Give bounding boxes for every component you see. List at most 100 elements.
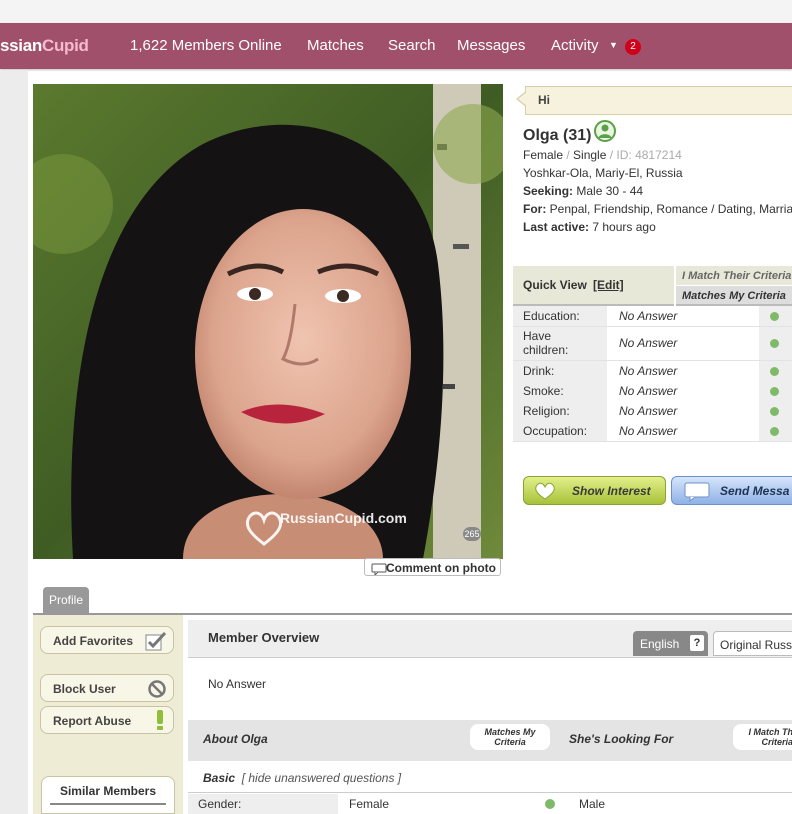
- gender-status-line: Female / Single / ID: 4817214: [523, 148, 682, 162]
- divider: [188, 792, 792, 793]
- i-match-their-criteria-bubble[interactable]: I Match Th Criteria: [733, 724, 792, 750]
- chevron-down-icon[interactable]: ▼: [609, 40, 618, 50]
- match-cell: [759, 401, 792, 421]
- match-dot-icon: [770, 339, 779, 348]
- show-interest-button[interactable]: Show Interest: [523, 476, 666, 505]
- i-match-their-criteria-header[interactable]: I Match Their Criteria: [676, 266, 792, 285]
- send-message-label: Send Messa: [720, 484, 790, 498]
- add-favorites-label: Add Favorites: [53, 634, 134, 648]
- language-english-tab[interactable]: English ?: [633, 631, 708, 656]
- heart-icon: [534, 482, 556, 503]
- row-value: No Answer: [619, 309, 678, 323]
- notification-badge[interactable]: 2: [625, 39, 641, 55]
- row-label: Smoke:: [523, 384, 564, 398]
- bubble-label: I Match Th Criteria: [748, 727, 792, 747]
- send-message-button[interactable]: Send Messa: [671, 476, 792, 505]
- member-overview-text: No Answer: [208, 677, 267, 691]
- report-abuse-button[interactable]: Report Abuse: [40, 706, 174, 734]
- photo-watermark: RussianCupid.com: [280, 510, 407, 526]
- quick-view-row: Occupation: No Answer: [513, 421, 792, 442]
- match-cell: [759, 361, 792, 381]
- quick-view-header: Quick View [Edit]: [513, 266, 674, 306]
- gender-text: Female: [523, 148, 564, 162]
- row-label-cell: Education:: [513, 306, 607, 326]
- basic-label: Basic: [203, 771, 236, 785]
- heart-logo-icon: [244, 510, 284, 551]
- nav-activity[interactable]: Activity: [551, 37, 599, 54]
- last-active-line: Last active: 7 hours ago: [523, 220, 656, 234]
- language-english-label: English: [640, 637, 680, 651]
- hide-unanswered-link[interactable]: [ hide unanswered questions ]: [242, 771, 401, 785]
- gender-label: Gender:: [198, 797, 242, 811]
- add-favorites-button[interactable]: Add Favorites: [40, 626, 174, 654]
- row-label-cell: Have children:: [513, 327, 607, 360]
- profile-name: Olga (31): [523, 127, 592, 144]
- seeking-value: Male 30 - 44: [576, 184, 644, 198]
- for-value: Penpal, Friendship, Romance / Dating, Ma…: [549, 202, 792, 216]
- matches-my-criteria-bubble[interactable]: Matches My Criteria: [470, 724, 550, 750]
- seeking-line: Seeking: Male 30 - 44: [523, 184, 643, 198]
- similar-members-panel[interactable]: Similar Members: [41, 776, 175, 814]
- gender-preference: Male: [579, 797, 606, 811]
- row-value: No Answer: [619, 336, 678, 350]
- site-logo[interactable]: ssianCupid: [0, 36, 89, 56]
- match-cell: [759, 381, 792, 401]
- quick-view-row: Smoke: No Answer: [513, 381, 792, 402]
- separator: /: [606, 148, 617, 162]
- greeting-pointer-inner: [518, 92, 527, 106]
- member-overview-title: Member Overview: [208, 630, 320, 645]
- matches-my-criteria-header[interactable]: Matches My Criteria: [676, 286, 792, 306]
- verified-person-icon: [594, 120, 616, 147]
- row-label-cell: Drink:: [513, 361, 607, 381]
- quick-view-row: Drink: No Answer: [513, 361, 792, 382]
- quick-view-edit-link[interactable]: [Edit]: [593, 278, 624, 292]
- block-user-label: Block User: [53, 682, 116, 696]
- criteria-label: I Match Their Criteria: [682, 270, 792, 282]
- row-label-cell: Religion:: [513, 401, 607, 421]
- for-line: For: Penpal, Friendship, Romance / Datin…: [523, 202, 792, 216]
- row-value: No Answer: [619, 364, 678, 378]
- nav-members-online[interactable]: 1,622 Members Online: [130, 37, 282, 54]
- comment-on-photo-button[interactable]: Comment on photo: [364, 558, 501, 577]
- tab-profile[interactable]: Profile: [43, 587, 89, 614]
- exclamation-icon: [155, 709, 165, 734]
- status-text: Single: [573, 148, 607, 162]
- photo-count-badge: 265: [463, 527, 481, 541]
- seeking-label: Seeking:: [523, 184, 574, 198]
- block-user-button[interactable]: Block User: [40, 674, 174, 702]
- row-label-cell: Gender:: [188, 794, 338, 814]
- match-dot-icon: [770, 367, 779, 376]
- row-label: Education:: [523, 309, 580, 323]
- basic-section-title: Basic [ hide unanswered questions ]: [203, 771, 401, 785]
- portrait-image: [33, 84, 503, 559]
- left-gutter: [0, 70, 28, 814]
- bubble-label: Matches My Criteria: [484, 727, 536, 747]
- row-value: No Answer: [619, 384, 678, 398]
- profile-photo[interactable]: [33, 84, 503, 559]
- location-line: Yoshkar-Ola, Mariy-El, Russia: [523, 166, 683, 180]
- row-label: Have children:: [523, 329, 569, 357]
- row-value: No Answer: [619, 404, 678, 418]
- match-cell: [759, 306, 792, 326]
- help-icon[interactable]: ?: [690, 635, 704, 651]
- nav-matches[interactable]: Matches: [307, 37, 364, 54]
- similar-members-title: Similar Members: [59, 784, 157, 798]
- greeting-box: Hi: [525, 86, 792, 115]
- row-label: Drink:: [523, 364, 555, 378]
- last-active-value: 7 hours ago: [592, 220, 656, 234]
- quick-view-row: Education: No Answer: [513, 306, 792, 327]
- language-original-label: Original Russ: [720, 638, 792, 652]
- about-title: About Olga: [203, 732, 268, 746]
- speech-bubble-icon: [371, 562, 387, 580]
- nav-messages[interactable]: Messages: [457, 37, 525, 54]
- top-nav-bar: ssianCupid 1,622 Members Online Matches …: [0, 23, 792, 69]
- match-cell: [759, 421, 792, 441]
- browser-top-strip: [0, 0, 792, 24]
- match-dot-icon: [545, 799, 555, 809]
- row-label-cell: Smoke:: [513, 381, 607, 401]
- match-dot-icon: [770, 387, 779, 396]
- nav-search[interactable]: Search: [388, 37, 436, 54]
- match-dot-icon: [770, 312, 779, 321]
- for-label: For:: [523, 202, 547, 216]
- language-original-tab[interactable]: Original Russ: [713, 631, 792, 656]
